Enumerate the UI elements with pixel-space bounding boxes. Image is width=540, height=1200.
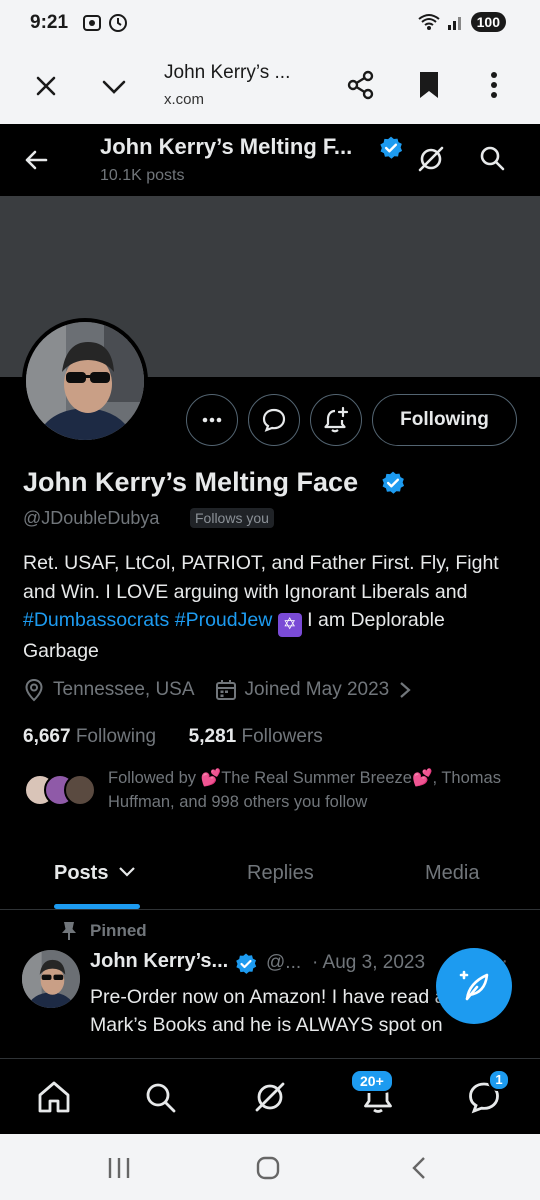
wifi-icon <box>418 14 440 30</box>
bottom-navigation: 20+ 1 <box>0 1058 540 1134</box>
header-post-count: 10.1K posts <box>100 167 185 184</box>
hashtag-link[interactable]: #Dumbassocrats <box>23 609 169 631</box>
profile-joined-date: Joined May 2023 <box>244 679 390 700</box>
status-system-icons: 100 <box>417 12 506 32</box>
profile-meta: Tennessee, USA Joined May 2023 <box>23 678 421 702</box>
more-options-button[interactable] <box>186 394 238 446</box>
browser-url: x.com <box>164 91 205 108</box>
signal-icon <box>447 17 461 30</box>
chevron-down-icon[interactable] <box>100 72 128 100</box>
profile-tabs: Posts Replies Media <box>0 846 540 910</box>
avatar-photo <box>26 322 144 440</box>
search-icon[interactable] <box>142 1079 178 1115</box>
followers-count-link[interactable]: 5,281 Followers <box>189 726 323 747</box>
close-icon[interactable] <box>32 72 60 100</box>
profile-header-bar: John Kerry’s Melting F... 10.1K posts <box>0 124 540 196</box>
grok-icon[interactable] <box>416 144 446 174</box>
location-icon <box>25 678 43 702</box>
android-navigation-bar <box>0 1134 540 1200</box>
back-arrow-icon[interactable] <box>22 146 50 174</box>
followed-by-name: The Real Summer Breeze <box>221 769 412 787</box>
profile-handle: @JDoubleDubya <box>23 508 160 528</box>
avatar-photo <box>22 950 80 1008</box>
verified-icon[interactable] <box>380 470 406 496</box>
avatar <box>64 774 96 806</box>
hashtag-link[interactable]: #ProudJew <box>175 609 273 631</box>
bio-text: Ret. USAF, LtCol, PATRIOT, and Father Fi… <box>23 552 499 603</box>
tab-media[interactable]: Media <box>425 862 479 885</box>
followed-by-prefix: Followed by <box>108 769 201 787</box>
following-label: Following <box>75 726 157 747</box>
tab-posts-label: Posts <box>54 862 109 884</box>
profile-bio: Ret. USAF, LtCol, PATRIOT, and Father Fi… <box>23 549 523 666</box>
notifications-subscribe-button[interactable] <box>310 394 362 446</box>
heart-emoji-icon: 💕 <box>200 769 222 787</box>
grok-icon[interactable] <box>252 1079 288 1115</box>
status-time: 9:21 <box>30 12 69 33</box>
star-of-david-emoji: ✡ <box>277 613 302 637</box>
compose-icon <box>459 970 489 1001</box>
home-button-icon[interactable] <box>256 1156 280 1180</box>
timer-icon <box>109 14 127 32</box>
followers-label: Followers <box>241 726 323 747</box>
profile-counts: 6,667 Following 5,281 Followers <box>23 726 323 748</box>
status-bar: 9:21 100 <box>0 0 540 50</box>
chevron-right-icon[interactable] <box>397 679 413 701</box>
follows-you-badge: Follows you <box>190 508 274 528</box>
followed-by-text[interactable]: Followed by 💕The Real Summer Breeze💕, Th… <box>108 767 518 814</box>
calendar-icon <box>215 680 236 700</box>
browser-page-title: John Kerry’s ... <box>164 62 291 83</box>
active-tab-indicator <box>54 904 140 909</box>
message-bubble-icon <box>262 408 286 432</box>
verified-icon <box>236 953 257 974</box>
chevron-down-icon <box>119 867 135 877</box>
tweet-author-name[interactable]: John Kerry’s... <box>90 950 228 973</box>
more-icon[interactable] <box>482 70 506 100</box>
screenshot-icon <box>83 15 101 31</box>
header-profile-name: John Kerry’s Melting F... <box>100 134 353 159</box>
search-icon[interactable] <box>478 144 506 172</box>
tweet-author-handle: @... <box>266 952 302 973</box>
profile-location: Tennessee, USA <box>53 679 195 700</box>
following-count-link[interactable]: 6,667 Following <box>23 726 156 747</box>
tab-replies[interactable]: Replies <box>247 862 314 885</box>
browser-toolbar: John Kerry’s ... x.com <box>0 50 540 124</box>
status-notification-icons <box>82 13 128 33</box>
followers-count: 5,281 <box>188 726 237 747</box>
tweet-avatar[interactable] <box>22 950 80 1008</box>
profile-avatar[interactable] <box>22 318 148 444</box>
more-horizontal-icon <box>202 417 222 423</box>
pinned-text: Pinned <box>90 921 147 940</box>
pin-icon <box>62 922 76 940</box>
following-button[interactable]: Following <box>372 394 517 446</box>
bell-plus-icon <box>324 406 349 433</box>
back-button-icon[interactable] <box>410 1156 428 1180</box>
notifications-badge: 20+ <box>350 1069 394 1093</box>
profile-name: John Kerry’s Melting Face <box>23 467 359 497</box>
compose-button[interactable] <box>436 948 512 1024</box>
followed-by-avatars[interactable] <box>24 774 96 808</box>
battery-indicator: 100 <box>470 12 506 32</box>
pinned-label: Pinned <box>60 921 147 941</box>
bookmark-icon[interactable] <box>416 70 442 100</box>
heart-emoji-icon: 💕 <box>411 769 433 787</box>
tab-posts[interactable]: Posts <box>54 862 136 885</box>
following-count: 6,667 <box>23 726 71 747</box>
share-icon[interactable] <box>346 70 376 100</box>
verified-icon <box>380 136 403 159</box>
recent-apps-icon[interactable] <box>106 1156 132 1180</box>
messages-badge: 1 <box>488 1069 510 1091</box>
home-icon[interactable] <box>36 1079 72 1115</box>
tweet-date[interactable]: · Aug 3, 2023 <box>312 952 425 974</box>
message-button[interactable] <box>248 394 300 446</box>
